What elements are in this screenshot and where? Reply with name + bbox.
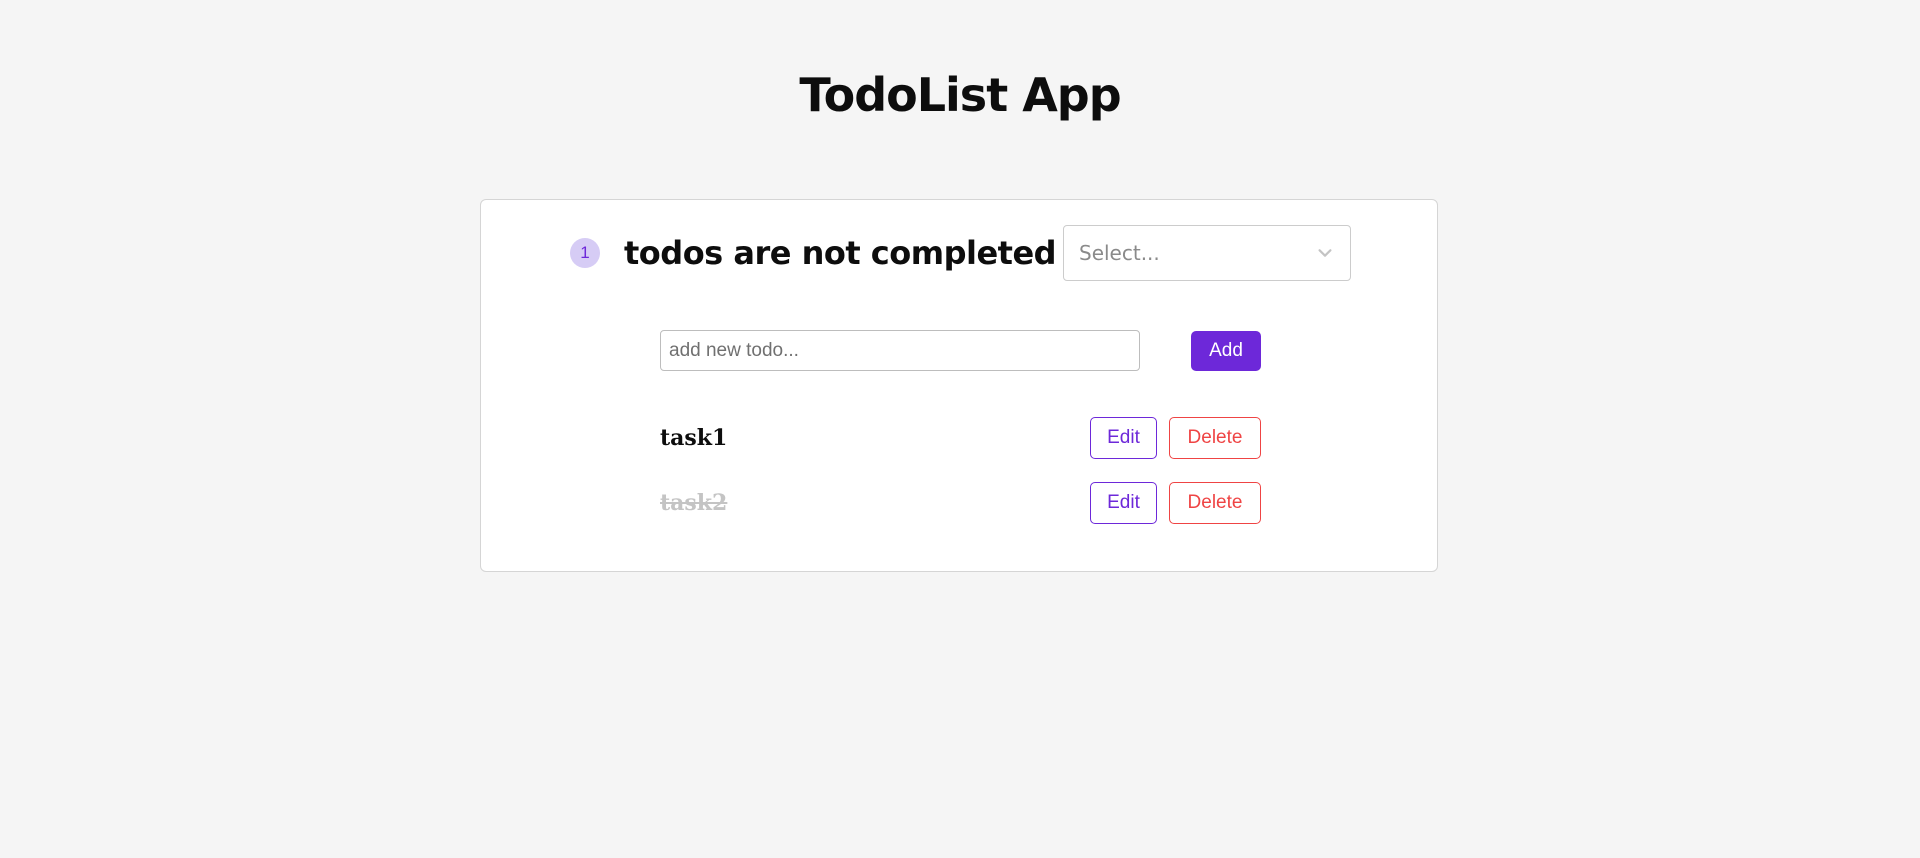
edit-todo-button[interactable]: Edit xyxy=(1090,482,1157,524)
todo-item-text-completed[interactable]: task2 xyxy=(660,482,727,524)
todo-item: task2 Edit Delete xyxy=(660,482,1262,524)
edit-todo-button[interactable]: Edit xyxy=(1090,417,1157,459)
new-todo-input[interactable] xyxy=(660,330,1140,371)
filter-select[interactable]: Select... xyxy=(1063,225,1351,281)
page-title: TodoList App xyxy=(799,68,1121,122)
chevron-down-icon[interactable] xyxy=(1316,244,1334,262)
delete-todo-button[interactable]: Delete xyxy=(1169,482,1261,524)
completion-status-text: todos are not completed xyxy=(624,234,1057,272)
delete-todo-button[interactable]: Delete xyxy=(1169,417,1261,459)
incomplete-count-badge: 1 xyxy=(570,238,600,268)
todo-card: 1 todos are not completed Select... Add … xyxy=(480,199,1438,572)
todo-item-text[interactable]: task1 xyxy=(660,417,727,459)
add-todo-button[interactable]: Add xyxy=(1191,331,1261,371)
filter-select-placeholder: Select... xyxy=(1079,241,1160,265)
todo-item: task1 Edit Delete xyxy=(660,417,1262,459)
